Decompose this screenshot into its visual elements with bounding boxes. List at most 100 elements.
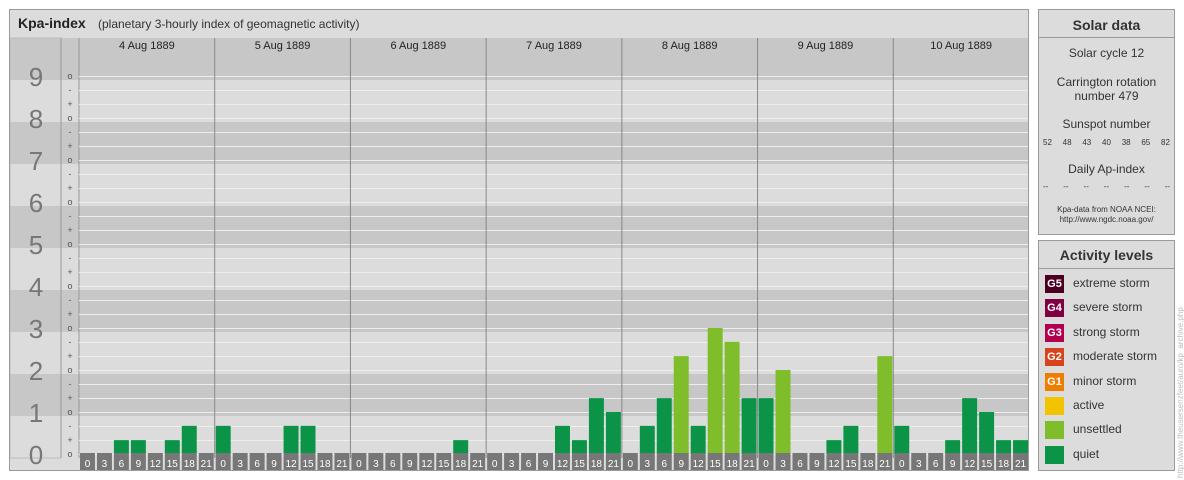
kp-band [10, 122, 1028, 164]
kp-major-label: 0 [29, 440, 43, 470]
daily-ap-title: Daily Ap-index [1068, 162, 1145, 176]
activity-level-label: active [1073, 398, 1105, 412]
slot-start-label: 3 [645, 459, 651, 470]
kp-minor-label: - [69, 421, 72, 431]
slot-start-label: 21 [336, 459, 348, 470]
kp-bar [758, 398, 774, 454]
kp-minor-label: + [67, 435, 72, 445]
kp-band [10, 206, 1028, 248]
activity-levels-title: Activity levels [1059, 247, 1154, 263]
slot-start-label: 21 [472, 459, 484, 470]
ap-value-6: -- [1164, 182, 1170, 191]
kp-bar [894, 425, 910, 454]
slot-start-label: 15 [438, 459, 450, 470]
slot-start-label: 9 [678, 459, 684, 470]
activity-level-strong-storm: G3 strong storm [1045, 322, 1173, 342]
kp-bar [605, 412, 621, 454]
kp-minor-label: o [67, 407, 72, 417]
slot-start-label: 21 [744, 459, 756, 470]
activity-level-extreme-storm: G5 extreme storm [1045, 273, 1173, 293]
ap-value-0: -- [1043, 182, 1049, 191]
kp-bar [113, 440, 129, 454]
slot-start-label: 21 [879, 459, 891, 470]
slot-start-label: 18 [998, 459, 1010, 470]
kp-bar [877, 356, 893, 454]
slot-start-label: 9 [136, 459, 142, 470]
kp-major-label: 6 [29, 188, 43, 218]
kp-bar [690, 425, 706, 454]
activity-level-swatch [1045, 421, 1064, 440]
slot-start-label: 12 [557, 459, 569, 470]
solar-cycle: Solar cycle 12 [1068, 46, 1145, 60]
activity-level-swatch [1045, 397, 1064, 415]
slot-start-label: 12 [693, 459, 705, 470]
kp-major-label: 2 [29, 356, 43, 386]
slot-start-label: 18 [727, 459, 739, 470]
data-credit-label: Kpa-data from NOAA NCEI: [1057, 205, 1156, 214]
kp-minor-label: o [67, 281, 72, 291]
kp-bar [826, 440, 842, 454]
solar-data-title: Solar data [1072, 17, 1141, 33]
slot-start-label: 3 [373, 459, 379, 470]
sunspot-number-title: Sunspot number [1062, 117, 1151, 131]
kp-bar [588, 398, 604, 454]
activity-level-swatch: G3 [1045, 323, 1064, 342]
kp-major-label: 1 [29, 398, 43, 428]
sunspot-value-6: 82 [1161, 138, 1170, 147]
kp-minor-label: - [69, 127, 72, 137]
slot-start-label: 0 [628, 459, 634, 470]
kp-bar [555, 425, 570, 454]
slot-start-label: 21 [608, 459, 620, 470]
kp-band [10, 80, 1028, 122]
kp-minor-label: + [67, 225, 72, 235]
carrington-rotation-number: number 479 [1074, 89, 1139, 103]
slot-start-label: 0 [356, 459, 362, 470]
kp-bar [775, 370, 791, 454]
slot-start-label: 21 [1015, 459, 1027, 470]
day-label: 8 Aug 1889 [662, 40, 718, 52]
kp-minor-label: - [69, 295, 72, 305]
ap-value-5: -- [1144, 182, 1150, 191]
slot-start-label: 15 [710, 459, 722, 470]
activity-level-label: extreme storm [1073, 276, 1150, 290]
slot-start-label: 3 [916, 459, 922, 470]
slot-start-label: 0 [899, 459, 905, 470]
kp-minor-label: - [69, 169, 72, 179]
kp-major-label: 8 [29, 104, 43, 134]
activity-level-moderate-storm: G2 moderate storm [1045, 346, 1173, 367]
kp-band [10, 290, 1028, 332]
kp-major-label: 7 [29, 146, 43, 176]
activity-level-swatch: G2 [1045, 348, 1064, 367]
slot-start-label: 12 [150, 459, 162, 470]
slot-start-label: 18 [862, 459, 874, 470]
kp-bar [164, 440, 180, 454]
day-label: 5 Aug 1889 [255, 40, 311, 52]
kp-bar [979, 412, 995, 454]
kp-minor-label: o [67, 323, 72, 333]
kp-minor-label: o [67, 155, 72, 165]
slot-start-label: 9 [814, 459, 820, 470]
sunspot-value-2: 43 [1082, 138, 1092, 147]
kp-band [10, 164, 1028, 206]
kp-bar [1013, 440, 1028, 454]
slot-start-label: 15 [302, 459, 314, 470]
kp-bar [707, 328, 723, 454]
kp-bar [453, 440, 469, 454]
slot-start-label: 3 [780, 459, 786, 470]
activity-level-swatch: G4 [1045, 299, 1064, 318]
slot-start-label: 0 [492, 459, 498, 470]
kp-index-chart: 0123456789o+-o+-o+-o+-o+-o+-o+-o+-o+-o4 … [10, 37, 1028, 470]
kp-minor-label: + [67, 351, 72, 361]
slot-start-label: 15 [845, 459, 857, 470]
solar-title-divider [1039, 37, 1174, 38]
slot-start-label: 6 [661, 459, 667, 470]
kp-band [10, 416, 1028, 458]
kp-minor-label: o [67, 365, 72, 375]
kp-bar [724, 341, 740, 454]
activity-levels-panel: Activity levels G5 extreme storm G4 severe … [1038, 240, 1175, 471]
activity-level-label: severe storm [1073, 300, 1143, 315]
kp-major-label: 9 [29, 62, 43, 92]
kp-minor-label: - [69, 253, 72, 263]
data-credit-url: http://www.ngdc.noaa.gov/ [1059, 215, 1154, 224]
sunspot-value-3: 40 [1102, 138, 1111, 147]
